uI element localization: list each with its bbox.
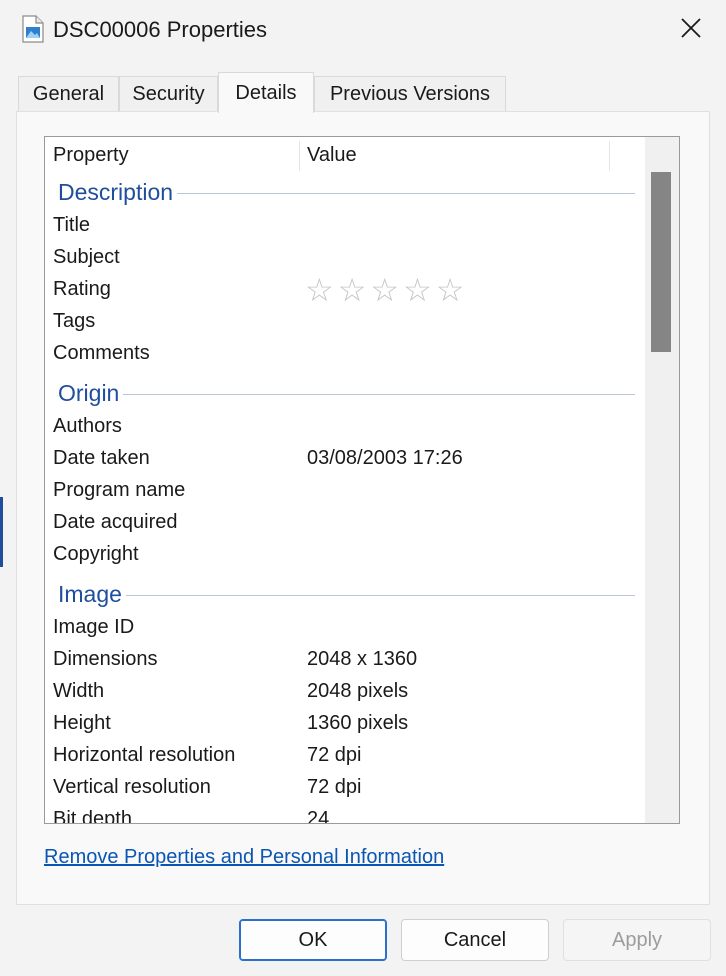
list-item[interactable]: Vertical resolution 72 dpi [45,771,645,803]
list-item[interactable]: Subject [45,241,645,273]
list-item[interactable]: Rating ☆ ☆ ☆ ☆ ☆ [45,273,645,306]
property-name: Image ID [53,616,135,638]
property-name: Program name [53,479,186,501]
property-name: Bit depth [53,808,132,824]
property-name: Dimensions [53,648,158,670]
tab-previous-versions[interactable]: Previous Versions [314,76,506,112]
column-header-property[interactable]: Property [53,137,129,173]
star-icon[interactable]: ☆ [403,274,432,306]
property-name: Date acquired [53,511,178,533]
ok-button[interactable]: OK [239,919,387,961]
property-name: Horizontal resolution [53,744,236,766]
star-icon[interactable]: ☆ [305,274,334,306]
property-name: Tags [53,310,96,332]
apply-button[interactable]: Apply [563,919,711,961]
star-icon[interactable]: ☆ [436,274,465,306]
group-divider [58,394,635,395]
property-name: Authors [53,415,122,437]
list-item[interactable]: Image ID [45,611,645,643]
background-window-edge [0,497,3,567]
close-icon [680,17,702,44]
column-divider[interactable] [609,141,610,171]
tab-general[interactable]: General [18,76,119,112]
property-name: Subject [53,246,120,268]
column-header-value[interactable]: Value [307,137,357,173]
tab-strip: General Security Details Previous Versio… [18,72,718,113]
property-value[interactable]: 2048 pixels [307,675,408,707]
star-icon[interactable]: ☆ [370,274,399,306]
star-icon[interactable]: ☆ [338,274,367,306]
group-image: Image [45,577,645,611]
image-file-icon [22,15,44,43]
list-item[interactable]: Comments [45,337,645,369]
property-name: Title [53,214,91,236]
details-list[interactable]: Property Value Description Title Subject… [44,136,680,824]
rating-stars[interactable]: ☆ ☆ ☆ ☆ ☆ [305,274,465,306]
column-divider[interactable] [299,141,300,171]
property-name: Rating [53,278,111,300]
list-header: Property Value [45,137,645,173]
list-item[interactable]: Title [45,209,645,241]
group-label: Image [58,577,126,611]
property-name: Vertical resolution [53,776,211,798]
property-name: Date taken [53,447,150,469]
property-value[interactable]: 2048 x 1360 [307,643,417,675]
list-item[interactable]: Date taken 03/08/2003 17:26 [45,442,645,474]
vertical-scrollbar[interactable] [645,137,679,823]
property-name: Copyright [53,543,139,565]
window-title: DSC00006 Properties [53,17,268,42]
list-item[interactable]: Bit depth 24 [45,803,645,824]
property-value[interactable]: 72 dpi [307,771,362,803]
list-item[interactable]: Authors [45,410,645,442]
list-item[interactable]: Height 1360 pixels [45,707,645,739]
tab-security[interactable]: Security [119,76,218,112]
list-item[interactable]: Tags [45,305,645,337]
group-label: Description [58,175,178,209]
list-item[interactable]: Program name [45,474,645,506]
cancel-button[interactable]: Cancel [401,919,549,961]
group-description: Description [45,175,645,209]
list-item[interactable]: Horizontal resolution 72 dpi [45,739,645,771]
remove-properties-link[interactable]: Remove Properties and Personal Informati… [44,846,444,869]
property-value[interactable]: 72 dpi [307,739,362,771]
group-divider [58,595,635,596]
title-bar: DSC00006 Properties [0,0,726,60]
property-value[interactable]: 03/08/2003 17:26 [307,442,463,474]
group-label: Origin [58,376,124,410]
scrollbar-thumb[interactable] [651,172,671,352]
property-name: Comments [53,342,150,364]
list-item[interactable]: Width 2048 pixels [45,675,645,707]
property-value[interactable]: 24 [307,803,329,823]
list-item[interactable]: Dimensions 2048 x 1360 [45,643,645,675]
properties-dialog: DSC00006 Properties General Security Det… [0,0,726,976]
property-name: Height [53,712,111,734]
group-origin: Origin [45,376,645,410]
list-item[interactable]: Copyright [45,538,645,570]
tab-details[interactable]: Details [218,72,314,113]
close-button[interactable] [660,0,722,60]
property-value[interactable]: 1360 pixels [307,707,408,739]
property-name: Width [53,680,105,702]
list-item[interactable]: Date acquired [45,506,645,538]
